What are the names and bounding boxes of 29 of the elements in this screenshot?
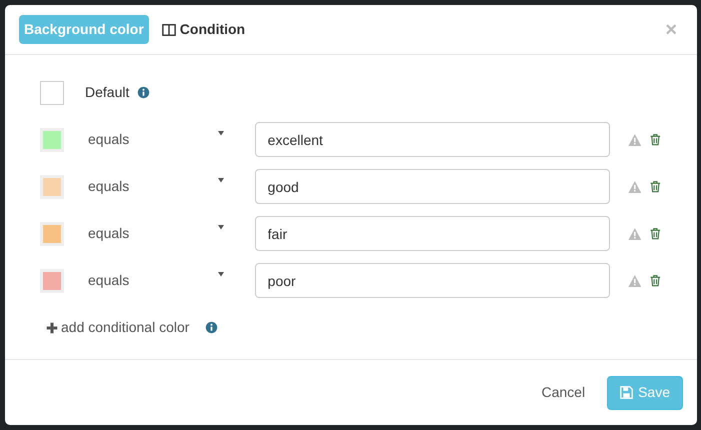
- default-label: Default: [85, 83, 130, 102]
- caret-icon: [216, 129, 225, 137]
- operator-dropdown[interactable]: equals: [88, 270, 225, 291]
- trash-icon[interactable]: [649, 180, 662, 193]
- info-icon: [137, 86, 150, 99]
- value-field[interactable]: excellent: [254, 122, 610, 157]
- warning-icon: [628, 180, 642, 194]
- value-field[interactable]: poor: [254, 263, 610, 298]
- trash-icon[interactable]: [649, 274, 662, 287]
- add-conditional-color-link[interactable]: add conditional color: [46, 317, 190, 338]
- warning-icon: [628, 274, 642, 288]
- operator-dropdown[interactable]: equals: [88, 129, 225, 150]
- value-field[interactable]: fair: [254, 216, 610, 251]
- columns-icon: [162, 22, 176, 36]
- plus-icon: [46, 322, 58, 334]
- caret-icon: [216, 223, 225, 231]
- tab[interactable]: Condition: [156, 15, 250, 44]
- operator-dropdown[interactable]: equals: [88, 176, 225, 197]
- trash-icon[interactable]: [649, 133, 662, 146]
- warning-icon: [628, 132, 642, 146]
- value-field[interactable]: good: [254, 169, 610, 204]
- operator-dropdown[interactable]: equals: [88, 223, 225, 244]
- trash-icon[interactable]: [649, 227, 662, 240]
- color-swatch[interactable]: [40, 80, 64, 104]
- warning-icon: [628, 226, 642, 240]
- caret-icon: [216, 176, 225, 184]
- caret-icon: [216, 270, 225, 278]
- cancel-button[interactable]: Cancel: [535, 381, 592, 404]
- info-icon: [205, 321, 218, 334]
